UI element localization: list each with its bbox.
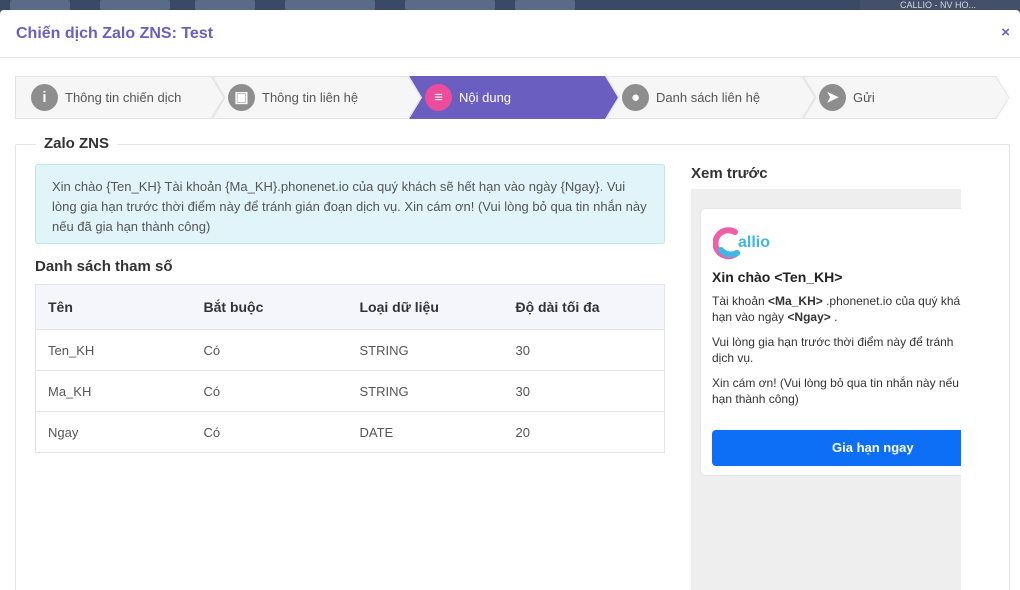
section-legend: Zalo ZNS [36,135,118,152]
table-cell: 30 [503,329,665,371]
preview-line: hạn thành công) [712,392,799,406]
background-tab [10,0,70,10]
preview-greeting: Xin chào <Ten_KH> [712,269,843,285]
step-campaign-info[interactable]: i Thông tin chiến dịch [15,76,225,119]
background-tab [515,0,575,10]
column-header: Tên [35,284,192,330]
preview-title: Xem trước [691,165,768,182]
table-row: Ma_KH Có STRING 30 [35,370,665,412]
column-header: Độ dài tối đa [503,284,665,330]
modal-header: Chiến dịch Zalo ZNS: Test × [0,10,1020,58]
background-tab [100,0,170,10]
campaign-modal: Chiến dịch Zalo ZNS: Test × i Thông tin … [0,10,1020,590]
table-cell: STRING [347,370,504,412]
preview-text: .phonenet.io của quý khá [822,294,961,308]
send-icon: ➤ [819,84,846,111]
background-user-label: CALLIO - NV HO... [860,0,1020,10]
table-cell: Có [191,411,348,453]
step-label: Danh sách liên hệ [656,90,761,105]
info-icon: i [31,84,58,111]
preview-line: Tài khoản <Ma_KH> .phonenet.io của quý k… [712,293,961,309]
contact-card-icon: ▣ [228,84,255,111]
table-cell: STRING [347,329,504,371]
step-contact-list[interactable]: ● Danh sách liên hệ [606,76,816,119]
preview-line: dịch vụ. [712,351,754,365]
background-app-tabs: CALLIO - NV HO... [0,0,1020,10]
table-row: Ten_KH Có STRING 30 [35,329,665,371]
wizard-stepper: i Thông tin chiến dịch ▣ Thông tin liên … [15,76,1010,119]
step-label: Gửi [853,90,875,105]
background-tab [285,0,375,10]
table-cell: Có [191,329,348,371]
step-content[interactable]: ≡ Nội dung [409,76,619,119]
column-header: Bắt buộc [191,284,348,330]
preview-variable: <Ma_KH> [768,294,823,308]
renew-now-button[interactable]: Gia hạn ngay [712,430,961,466]
message-preview-card: allio Xin chào <Ten_KH> Tài khoản <Ma_KH… [700,208,961,476]
table-cell: DATE [347,411,504,453]
params-title: Danh sách tham số [35,258,173,275]
step-label: Nội dung [459,90,512,105]
background-tab [195,0,255,10]
modal-title: Chiến dịch Zalo ZNS: Test [16,25,214,42]
table-cell: Ma_KH [35,370,192,412]
preview-text: Tài khoản [712,294,769,308]
params-table: Tên Bắt buộc Loại dữ liệu Độ dài tối đa … [35,284,665,453]
table-header-row: Tên Bắt buộc Loại dữ liệu Độ dài tối đa [35,284,665,330]
close-icon[interactable]: × [1001,24,1010,41]
column-header: Loại dữ liệu [347,284,504,330]
preview-line: hạn vào ngày <Ngay> . [712,309,961,325]
background-tab [405,0,495,10]
table-cell: 30 [503,370,665,412]
logo-text: allio [738,234,771,251]
table-cell: Ten_KH [35,329,192,371]
preview-panel[interactable]: allio Xin chào <Ten_KH> Tài khoản <Ma_KH… [691,189,961,590]
preview-text: hạn vào ngày [712,310,788,324]
callio-logo: allio [713,223,793,263]
step-send[interactable]: ➤ Gửi [803,76,1010,119]
preview-line: Xin cám ơn! (Vui lòng bỏ qua tin nhắn nà… [712,376,959,390]
step-label: Thông tin chiến dịch [65,90,182,105]
template-message-box: Xin chào {Ten_KH} Tài khoản {Ma_KH}.phon… [35,164,665,244]
table-cell: Ngay [35,411,192,453]
table-row: Ngay Có DATE 20 [35,411,665,453]
table-cell: 20 [503,411,665,453]
preview-text: . [830,310,838,324]
step-label: Thông tin liên hệ [262,90,359,105]
step-contact-info[interactable]: ▣ Thông tin liên hệ [212,76,422,119]
zalo-zns-section: Zalo ZNS Xin chào {Ten_KH} Tài khoản {Ma… [15,135,1010,590]
user-icon: ● [622,84,649,111]
table-cell: Có [191,370,348,412]
document-icon: ≡ [425,84,452,111]
preview-line: Vui lòng gia hạn trước thời điểm này để … [712,335,954,349]
preview-variable: <Ngay> [787,310,831,324]
